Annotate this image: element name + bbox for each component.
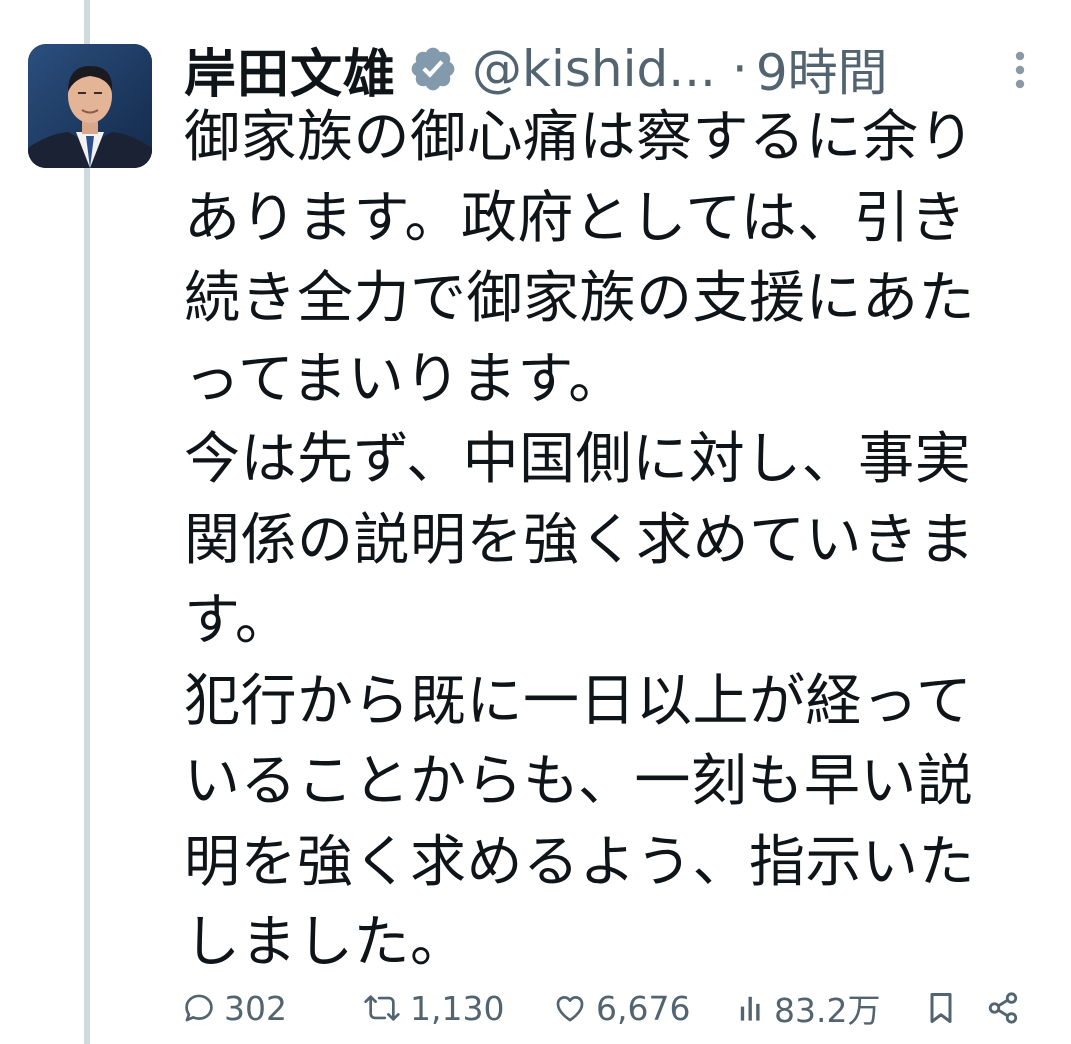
reply-button[interactable]: 302: [182, 980, 287, 1036]
views-button[interactable]: 83.2万: [738, 980, 880, 1036]
retweet-button[interactable]: 1,130: [362, 980, 504, 1036]
share-button[interactable]: [986, 980, 1028, 1036]
bookmark-button[interactable]: [926, 980, 964, 1036]
reply-icon: [182, 991, 216, 1025]
separator-dot: ·: [731, 40, 748, 98]
like-button[interactable]: 6,676: [552, 980, 690, 1036]
view-count: 83.2万: [774, 991, 881, 1030]
tweet-header: 岸田文雄 @kishid... · 9時間: [184, 32, 1044, 106]
action-bar: 302 1,130 6,676 83.2万: [182, 980, 1042, 1036]
retweet-icon: [362, 991, 402, 1025]
like-icon: [552, 991, 588, 1025]
avatar[interactable]: [28, 44, 152, 168]
views-icon: [738, 991, 766, 1025]
verified-badge-icon: [408, 44, 458, 94]
share-icon: [986, 991, 1020, 1025]
avatar-image: [28, 44, 152, 168]
timestamp[interactable]: 9時間: [756, 33, 888, 105]
like-count: 6,676: [596, 988, 691, 1028]
bookmark-icon: [926, 990, 956, 1026]
display-name[interactable]: 岸田文雄: [184, 32, 396, 107]
retweet-count: 1,130: [410, 988, 505, 1028]
user-handle[interactable]: @kishid...: [472, 40, 716, 98]
more-vertical-icon[interactable]: [1000, 42, 1040, 98]
tweet-text: 御家族の御心痛は察するに余りあります。政府としては、引き続き全力で御家族の支援に…: [184, 105, 975, 975]
reply-count: 302: [224, 988, 287, 1028]
